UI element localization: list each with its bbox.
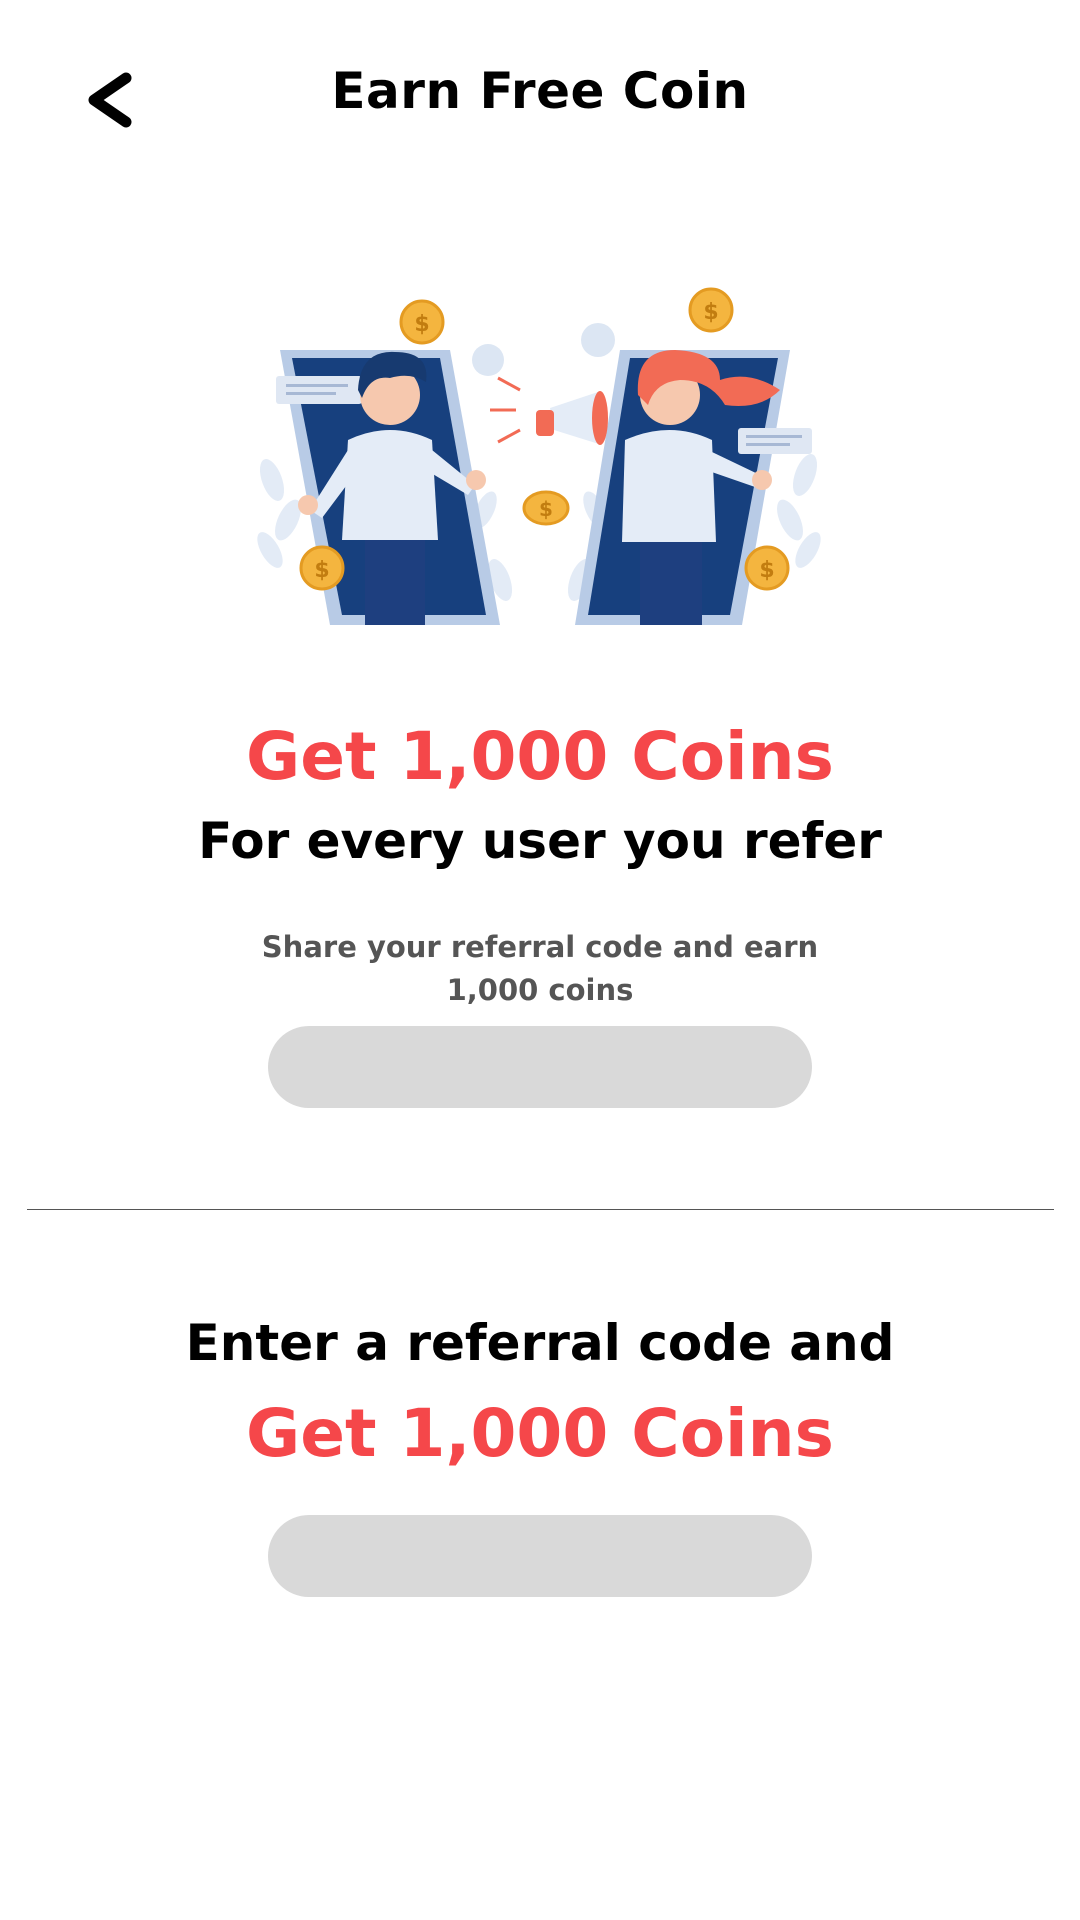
refer-subheadline: For every user you refer — [198, 812, 882, 870]
page-title: Earn Free Coin — [331, 62, 749, 120]
enter-reward-headline: Get 1,000 Coins — [246, 1395, 834, 1472]
referral-code-input[interactable] — [268, 1515, 812, 1597]
svg-text:$: $ — [703, 300, 718, 325]
refer-reward-headline: Get 1,000 Coins — [246, 718, 834, 795]
svg-text:$: $ — [314, 558, 329, 583]
section-divider — [27, 1209, 1054, 1210]
svg-text:$: $ — [414, 312, 429, 337]
refer-hint-text: Share your referral code and earn 1,000 … — [261, 930, 819, 1007]
svg-text:$: $ — [759, 558, 774, 583]
referral-code-display[interactable] — [268, 1026, 812, 1108]
referral-illustration: $ $ $ $ $ — [257, 287, 821, 625]
enter-code-headline: Enter a referral code and — [185, 1314, 895, 1372]
svg-text:$: $ — [539, 497, 553, 521]
app-header: Earn Free Coin — [0, 0, 1080, 200]
